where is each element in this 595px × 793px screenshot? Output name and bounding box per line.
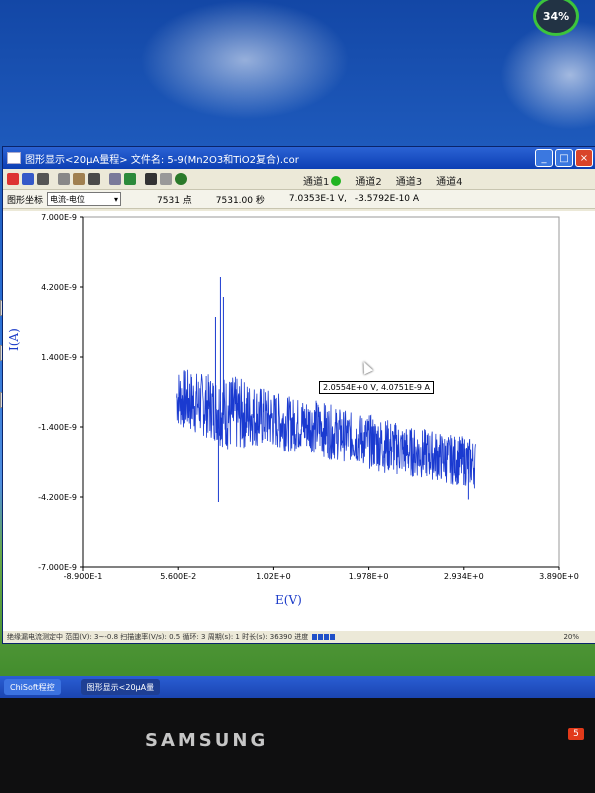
- toolbar: [3, 169, 595, 189]
- monitor-button[interactable]: 5: [568, 728, 584, 740]
- progress-indicator: [312, 634, 336, 640]
- close-button[interactable]: ×: [575, 149, 593, 167]
- page-indicator: 20%: [563, 633, 579, 641]
- channel-4[interactable]: 通道4: [436, 173, 462, 188]
- channel-label: 通道2: [355, 177, 382, 188]
- y-tick-label: 7.000E-9: [41, 213, 77, 222]
- save-icon[interactable]: [58, 173, 70, 185]
- x-tick-label: 2.934E+0: [444, 572, 484, 581]
- y-tick-label: 1.400E-9: [41, 353, 77, 362]
- cursor-tooltip: 2.0554E+0 V, 4.0751E-9 A: [319, 381, 434, 394]
- minimize-button[interactable]: _: [535, 149, 553, 167]
- status-row: 图形坐标 电流-电位 ▾ 7531 点 7531.00 秒 7.0353E-1 …: [3, 189, 595, 209]
- channel-label: 通道1: [303, 177, 330, 188]
- help-icon[interactable]: [175, 173, 187, 185]
- print-icon[interactable]: [88, 173, 100, 185]
- channel-label: 通道4: [436, 177, 463, 188]
- x-tick-label: -8.900E-1: [64, 572, 103, 581]
- info-icon[interactable]: [22, 173, 34, 185]
- current-readout: -3.5792E-10 A: [354, 194, 420, 204]
- time-readout: 7531.00 秒: [215, 195, 265, 206]
- mode-label: 图形坐标: [7, 195, 44, 206]
- taskbar-item-chisoft[interactable]: ChiSoft程控: [4, 679, 61, 695]
- monitor-brand: SAMSUNG: [145, 730, 269, 751]
- maximize-button[interactable]: □: [555, 149, 573, 167]
- x-tick-label: 5.600E-2: [160, 572, 196, 581]
- taskbar-item-plot[interactable]: 图形显示<20μA量: [80, 679, 161, 695]
- cloud: [500, 20, 595, 130]
- edit-icon[interactable]: [73, 173, 85, 185]
- chevron-down-icon: ▾: [114, 194, 119, 204]
- y-tick-label: -4.200E-9: [38, 493, 77, 502]
- x-axis-label: E(V): [275, 593, 302, 607]
- x-tick-label: 1.978E+0: [349, 572, 389, 581]
- bottom-status-bar: 绝缘漏电流测定中 范围(V): 3~-0.8 扫描速率(V/s): 0.5 循环…: [3, 631, 595, 643]
- stop-icon[interactable]: [7, 173, 19, 185]
- title-bar[interactable]: 图形显示<20μA量程> 文件名: 5-9(Mn2O3和TiO2复合).cor …: [3, 147, 595, 169]
- lock-icon[interactable]: [145, 173, 157, 185]
- channel-label: 通道3: [395, 177, 423, 188]
- run-icon[interactable]: [37, 173, 49, 185]
- channel-3[interactable]: 通道3: [396, 173, 422, 188]
- zoom-icon[interactable]: [109, 173, 121, 185]
- app-icon: [7, 152, 21, 164]
- plot-area[interactable]: 7.000E-9 4.200E-9 1.400E-9 -1.400E-9 -4.200E…: [3, 211, 595, 631]
- x-tick-label: 3.890E+0: [539, 572, 579, 581]
- window-title: 图形显示<20μA量程> 文件名: 5-9(Mn2O3和TiO2复合).cor: [25, 154, 299, 166]
- iv-chart[interactable]: 7.000E-9 4.200E-9 1.400E-9 -1.400E-9 -4.200E…: [3, 211, 595, 631]
- points-readout: 7531 点: [157, 195, 192, 206]
- status-text: 绝缘漏电流测定中 范围(V): 3~-0.8 扫描速率(V/s): 0.5 循环…: [7, 633, 309, 641]
- plot-window: 图形显示<20μA量程> 文件名: 5-9(Mn2O3和TiO2复合).cor …: [2, 146, 595, 644]
- taskbar: ChiSoft程控 图形显示<20μA量: [0, 676, 595, 698]
- cloud: [140, 0, 350, 120]
- y-axis-label: I(A): [7, 328, 21, 351]
- channel-selector: 通道1 通道2 通道3 通道4: [303, 173, 477, 188]
- y-tick-label: -7.000E-9: [38, 563, 77, 572]
- monitor-bezel: [0, 698, 595, 793]
- mode-dropdown[interactable]: 电流-电位 ▾: [47, 192, 122, 206]
- channel-active-icon: [331, 175, 342, 186]
- channel-2[interactable]: 通道2: [355, 173, 381, 188]
- x-tick-label: 1.02E+0: [256, 572, 291, 581]
- channel-1[interactable]: 通道1: [303, 173, 342, 188]
- voltage-readout: 7.0353E-1 V,: [288, 194, 347, 204]
- tools-icon[interactable]: [160, 173, 172, 185]
- mode-value: 电流-电位: [50, 194, 85, 204]
- y-tick-label: -1.400E-9: [38, 423, 77, 432]
- settings-icon[interactable]: [124, 173, 136, 185]
- y-tick-label: 4.200E-9: [41, 283, 77, 292]
